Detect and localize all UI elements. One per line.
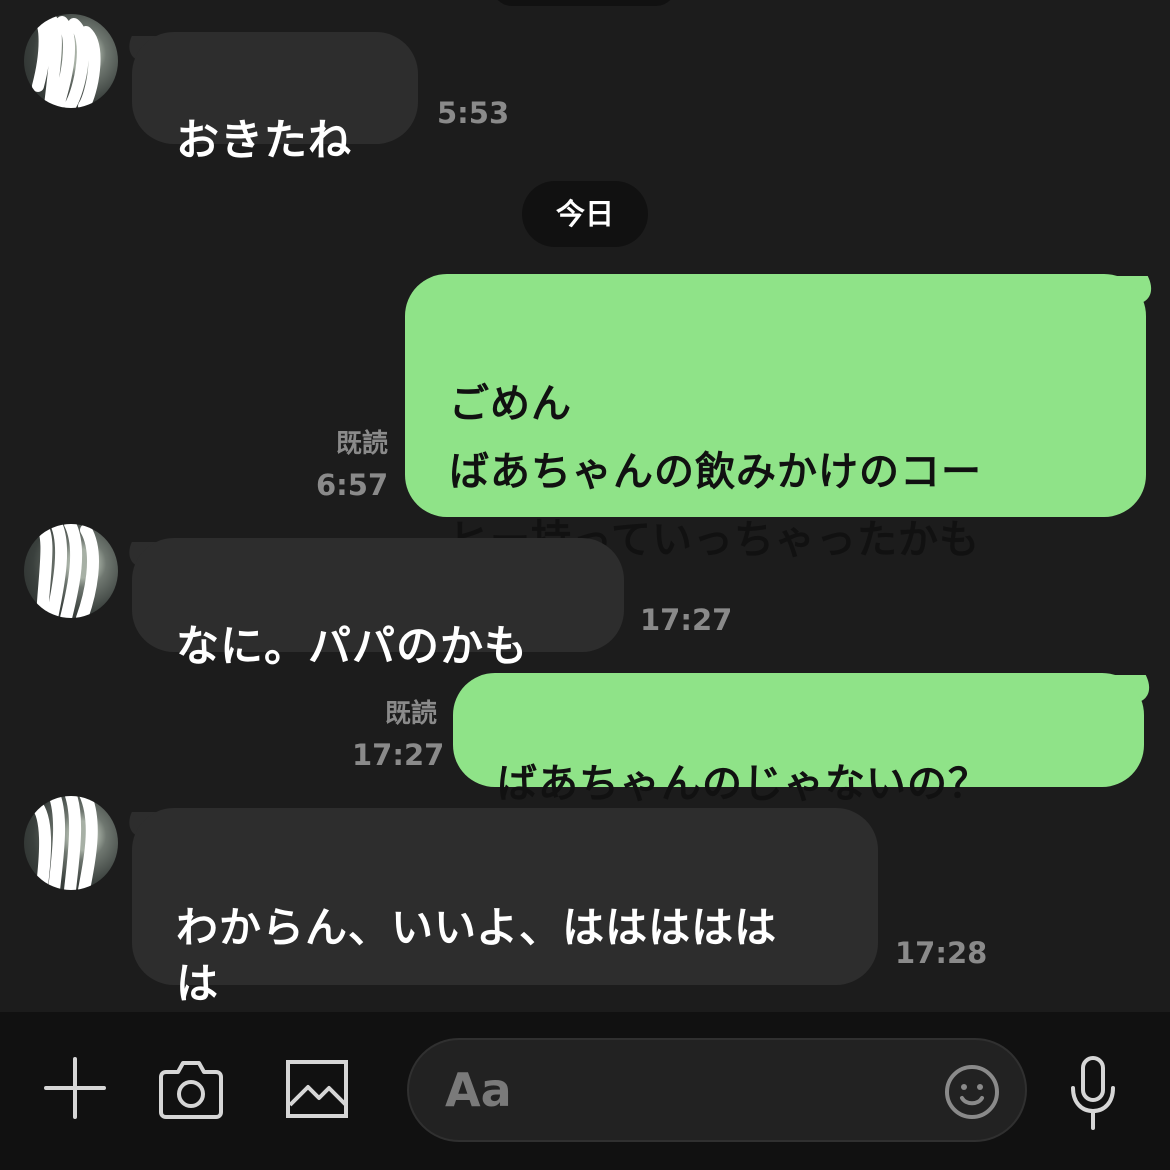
camera-icon[interactable]	[158, 1058, 224, 1120]
message-text: おきたね	[176, 116, 352, 166]
message-input-box[interactable]	[407, 1038, 1027, 1142]
message-timestamp: 17:27	[352, 738, 445, 772]
outgoing-message-bubble[interactable]: ごめん ばあちゃんの飲みかけのコー ヒー持っていっちゃったかも	[405, 274, 1146, 563]
redaction-scribble-icon	[30, 14, 101, 108]
incoming-message-bubble[interactable]: なに。パパのかも	[132, 538, 624, 672]
sender-avatar[interactable]	[24, 14, 118, 108]
message-text: なに。パパのかも	[176, 622, 528, 672]
read-receipt: 既読	[335, 429, 388, 459]
chat-screen: おきたね 5:53 今日 既読 6:57 ごめん ばあちゃんの飲みかけのコー ヒ…	[0, 0, 1170, 1170]
message-timestamp: 17:28	[895, 936, 988, 970]
message-timestamp: 5:53	[437, 96, 510, 130]
top-date-pill	[492, 0, 676, 6]
redaction-scribble-icon	[30, 796, 98, 890]
microphone-icon[interactable]	[1064, 1054, 1122, 1132]
date-separator: 今日	[522, 181, 648, 247]
incoming-message-bubble[interactable]: わからん、いいよ、ははははは は	[132, 808, 878, 1008]
outgoing-message-bubble[interactable]: ばあちゃんのじゃないの？	[453, 673, 1144, 807]
plus-icon[interactable]	[42, 1055, 108, 1121]
message-text: わからん、いいよ、ははははは は	[176, 903, 778, 1008]
redaction-scribble-icon	[34, 524, 99, 618]
sender-avatar[interactable]	[24, 524, 118, 618]
message-input[interactable]	[445, 1056, 915, 1124]
image-icon[interactable]	[284, 1058, 350, 1120]
message-timestamp: 6:57	[316, 468, 389, 502]
message-timestamp: 17:27	[640, 603, 733, 637]
message-text: ばあちゃんのじゃないの？	[497, 761, 989, 807]
sender-avatar[interactable]	[24, 796, 118, 890]
emoji-icon[interactable]	[943, 1063, 1001, 1121]
read-receipt: 既読	[384, 699, 437, 729]
incoming-message-bubble[interactable]: おきたね	[132, 32, 418, 166]
